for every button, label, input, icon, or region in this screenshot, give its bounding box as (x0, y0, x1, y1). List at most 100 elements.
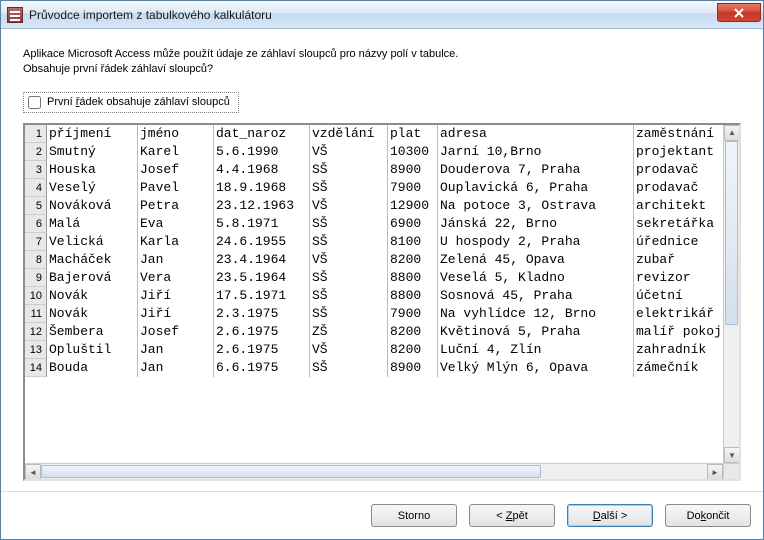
cell: malíř pokojů (633, 323, 733, 341)
cell: SŠ (309, 179, 387, 197)
cell: Karel (137, 143, 213, 161)
cell: 12900 (387, 197, 437, 215)
cell: Jánská 22, Brno (437, 215, 633, 233)
cell: VŠ (309, 143, 387, 161)
titlebar: Průvodce importem z tabulkového kalkulát… (1, 1, 763, 29)
cell: zahradník (633, 341, 733, 359)
table-row[interactable]: 4VeselýPavel18.9.1968SŠ7900Ouplavická 6,… (25, 179, 739, 197)
cell: 5.6.1990 (213, 143, 309, 161)
cell: SŠ (309, 161, 387, 179)
cell: Zelená 45, Opava (437, 251, 633, 269)
cell: 2.6.1975 (213, 341, 309, 359)
table-row[interactable]: 9BajerováVera23.5.1964SŠ8800Veselá 5, Kl… (25, 269, 739, 287)
table-row[interactable]: 5NovákováPetra23.12.1963VŠ12900Na potoce… (25, 197, 739, 215)
cell: architekt (633, 197, 733, 215)
table-row[interactable]: 8MacháčekJan23.4.1964VŠ8200Zelená 45, Op… (25, 251, 739, 269)
scroll-up-icon[interactable]: ▲ (724, 125, 740, 141)
first-row-headers-option[interactable]: První řádek obsahuje záhlaví sloupců (23, 92, 239, 113)
table-row[interactable]: 3HouskaJosef4.4.1968SŠ8900Douderova 7, P… (25, 161, 739, 179)
cell: Jan (137, 251, 213, 269)
cell: 8100 (387, 233, 437, 251)
grid-body: 1příjmeníjménodat_narozvzděláníplatadres… (25, 125, 739, 377)
cell: 6900 (387, 215, 437, 233)
cell: 8900 (387, 161, 437, 179)
cell: 2.6.1975 (213, 323, 309, 341)
row-number: 13 (25, 341, 47, 359)
cell: dat_naroz (213, 125, 309, 143)
cell: 7900 (387, 305, 437, 323)
cell: Bajerová (47, 269, 137, 287)
hscroll-track[interactable] (41, 464, 707, 479)
row-number: 11 (25, 305, 47, 323)
finish-button[interactable]: Dokončit (665, 504, 751, 527)
cell: Opluštil (47, 341, 137, 359)
cell: Bouda (47, 359, 137, 377)
hscroll-thumb[interactable] (41, 465, 541, 478)
cell: SŠ (309, 305, 387, 323)
scroll-corner (723, 463, 739, 479)
first-row-headers-checkbox[interactable] (28, 96, 41, 109)
cell: SŠ (309, 287, 387, 305)
scroll-right-icon[interactable]: ► (707, 464, 723, 480)
table-row[interactable]: 13OpluštilJan2.6.1975VŠ8200Luční 4, Zlín… (25, 341, 739, 359)
cell: Malá (47, 215, 137, 233)
table-row[interactable]: 14BoudaJan6.6.1975SŠ8900Velký Mlýn 6, Op… (25, 359, 739, 377)
cell: VŠ (309, 341, 387, 359)
horizontal-scrollbar[interactable]: ◄ ► (25, 463, 723, 479)
cell: Vera (137, 269, 213, 287)
cell: Pavel (137, 179, 213, 197)
back-button[interactable]: < Zpět (469, 504, 555, 527)
cell: Petra (137, 197, 213, 215)
cell: prodavač (633, 161, 733, 179)
table-row[interactable]: 11NovákJiří2.3.1975SŠ7900Na vyhlídce 12,… (25, 305, 739, 323)
cell: plat (387, 125, 437, 143)
table-row[interactable]: 12ŠemberaJosef2.6.1975ZŠ8200Květinová 5,… (25, 323, 739, 341)
cell: Novák (47, 287, 137, 305)
content-area: Aplikace Microsoft Access může použít úd… (1, 29, 763, 491)
vscroll-track[interactable] (724, 141, 739, 447)
scroll-down-icon[interactable]: ▼ (724, 447, 740, 463)
instruction-text: Aplikace Microsoft Access může použít úd… (23, 47, 741, 78)
cell: 10300 (387, 143, 437, 161)
next-button[interactable]: Další > (567, 504, 653, 527)
cell: Veselá 5, Kladno (437, 269, 633, 287)
vscroll-thumb[interactable] (725, 141, 738, 325)
cell: Ouplavická 6, Praha (437, 179, 633, 197)
cell: 23.5.1964 (213, 269, 309, 287)
cell: příjmení (47, 125, 137, 143)
cell: 23.4.1964 (213, 251, 309, 269)
cell: 8200 (387, 323, 437, 341)
close-button[interactable] (717, 3, 761, 22)
table-row[interactable]: 6MaláEva5.8.1971SŠ6900Jánská 22, Brnosek… (25, 215, 739, 233)
cancel-button[interactable]: Storno (371, 504, 457, 527)
cell: sekretářka (633, 215, 733, 233)
cell: 23.12.1963 (213, 197, 309, 215)
cell: Nováková (47, 197, 137, 215)
scroll-left-icon[interactable]: ◄ (25, 464, 41, 480)
table-row[interactable]: 2SmutnýKarel5.6.1990VŠ10300Jarní 10,Brno… (25, 143, 739, 161)
cell: revizor (633, 269, 733, 287)
preview-grid: 1příjmeníjménodat_narozvzděláníplatadres… (23, 123, 741, 481)
cell: 17.5.1971 (213, 287, 309, 305)
cell: Smutný (47, 143, 137, 161)
cell: 6.6.1975 (213, 359, 309, 377)
cell: 4.4.1968 (213, 161, 309, 179)
vertical-scrollbar[interactable]: ▲ ▼ (723, 125, 739, 463)
cell: elektrikář (633, 305, 733, 323)
cell: zaměstnání (633, 125, 733, 143)
cell: 8800 (387, 287, 437, 305)
table-row[interactable]: 1příjmeníjménodat_narozvzděláníplatadres… (25, 125, 739, 143)
cell: 18.9.1968 (213, 179, 309, 197)
table-row[interactable]: 10NovákJiří17.5.1971SŠ8800Sosnová 45, Pr… (25, 287, 739, 305)
row-number: 6 (25, 215, 47, 233)
table-row[interactable]: 7VelickáKarla24.6.1955SŠ8100U hospody 2,… (25, 233, 739, 251)
cell: Karla (137, 233, 213, 251)
cell: projektant (633, 143, 733, 161)
row-number: 9 (25, 269, 47, 287)
window-title: Průvodce importem z tabulkového kalkulát… (29, 8, 272, 22)
cell: zámečník (633, 359, 733, 377)
cell: SŠ (309, 359, 387, 377)
cell: Jiří (137, 305, 213, 323)
row-number: 3 (25, 161, 47, 179)
cell: Luční 4, Zlín (437, 341, 633, 359)
